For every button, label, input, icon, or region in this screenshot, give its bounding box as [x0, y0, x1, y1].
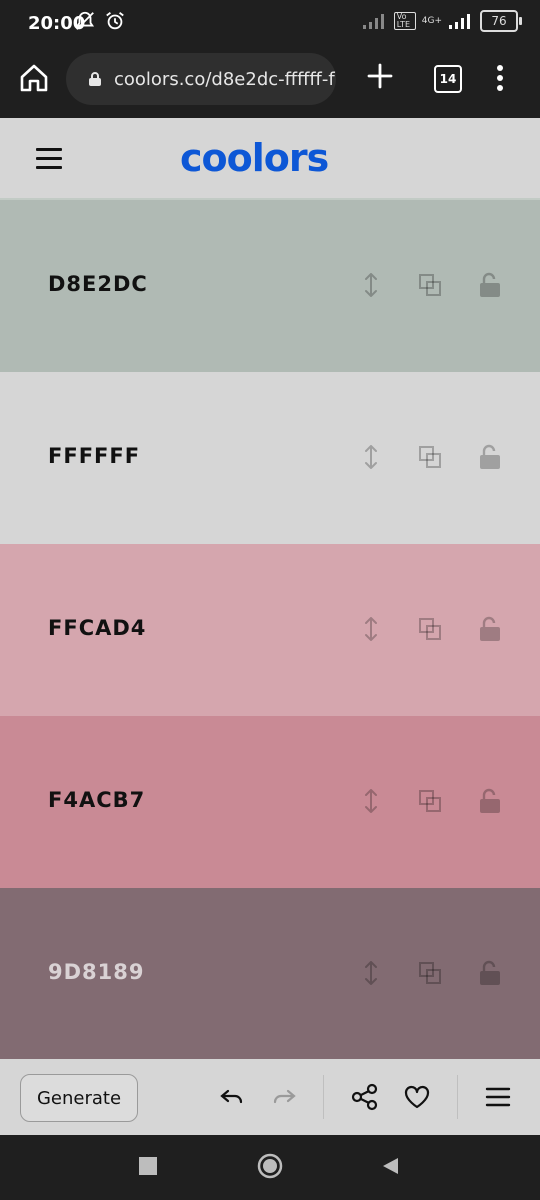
color-hex-label[interactable]: FFFFFF — [48, 444, 140, 468]
app-header: coolors — [0, 118, 540, 200]
battery-icon: 76 — [480, 10, 522, 32]
heart-icon[interactable] — [403, 1083, 431, 1111]
bottom-toolbar: Generate — [0, 1059, 540, 1135]
copy-icon[interactable] — [417, 960, 443, 986]
lock-icon[interactable] — [477, 272, 503, 298]
generate-button[interactable]: Generate — [20, 1074, 138, 1122]
home-icon[interactable] — [18, 62, 50, 94]
hamburger-menu-button[interactable] — [36, 148, 62, 170]
signal-icon — [449, 14, 470, 29]
copy-icon[interactable] — [417, 788, 443, 814]
status-left-icons — [74, 10, 126, 32]
mute-notification-icon — [75, 11, 95, 30]
drag-icon[interactable] — [358, 272, 384, 298]
share-icon[interactable] — [351, 1083, 379, 1111]
lock-icon[interactable] — [477, 616, 503, 642]
redo-icon[interactable] — [270, 1083, 298, 1111]
color-swatch[interactable]: D8E2DC — [0, 200, 540, 372]
toolbar-divider — [323, 1075, 324, 1119]
more-icon[interactable] — [494, 62, 506, 94]
drag-icon[interactable] — [358, 616, 384, 642]
color-hex-label[interactable]: 9D8189 — [48, 960, 145, 984]
color-swatch[interactable]: FFCAD4 — [0, 544, 540, 716]
volte-label: Vo LTE — [393, 12, 416, 30]
copy-icon[interactable] — [417, 272, 443, 298]
color-hex-label[interactable]: F4ACB7 — [48, 788, 145, 812]
network-label: 4G+ — [421, 16, 442, 26]
signal-icon — [362, 14, 384, 29]
tab-count: 14 — [439, 72, 457, 86]
color-swatch[interactable]: 9D8189 — [0, 888, 540, 1060]
back-icon[interactable] — [380, 1156, 400, 1176]
color-hex-label[interactable]: FFCAD4 — [48, 616, 146, 640]
drag-icon[interactable] — [358, 788, 384, 814]
coolors-logo[interactable]: coolors — [180, 136, 329, 180]
drag-icon[interactable] — [358, 444, 384, 470]
lock-icon[interactable] — [477, 788, 503, 814]
drag-icon[interactable] — [358, 960, 384, 986]
undo-icon[interactable] — [218, 1083, 246, 1111]
alarm-icon — [106, 12, 124, 30]
browser-toolbar: coolors.co/d8e2dc-ffffff-f 14 — [0, 48, 540, 118]
status-bar: 20:00 Vo LTE 4G+ 76 — [0, 0, 540, 48]
copy-icon[interactable] — [417, 616, 443, 642]
lock-icon[interactable] — [477, 960, 503, 986]
toolbar-divider — [457, 1075, 458, 1119]
recents-icon[interactable] — [139, 1157, 157, 1175]
home-nav-icon[interactable] — [257, 1153, 283, 1179]
lock-icon[interactable] — [477, 444, 503, 470]
menu-icon[interactable] — [484, 1083, 512, 1111]
plus-icon[interactable] — [366, 62, 394, 90]
battery-level: 76 — [491, 14, 507, 28]
url-bar[interactable]: coolors.co/d8e2dc-ffffff-f — [66, 53, 336, 105]
status-right-icons: Vo LTE 4G+ 76 — [362, 10, 522, 32]
color-swatch[interactable]: F4ACB7 — [0, 716, 540, 888]
url-text: coolors.co/d8e2dc-ffffff-f — [114, 68, 335, 90]
lock-icon — [89, 72, 101, 86]
color-hex-label[interactable]: D8E2DC — [48, 272, 148, 296]
tab-switcher-button[interactable]: 14 — [434, 65, 462, 93]
color-swatch[interactable]: FFFFFF — [0, 372, 540, 544]
copy-icon[interactable] — [417, 444, 443, 470]
system-nav-bar — [0, 1135, 540, 1200]
